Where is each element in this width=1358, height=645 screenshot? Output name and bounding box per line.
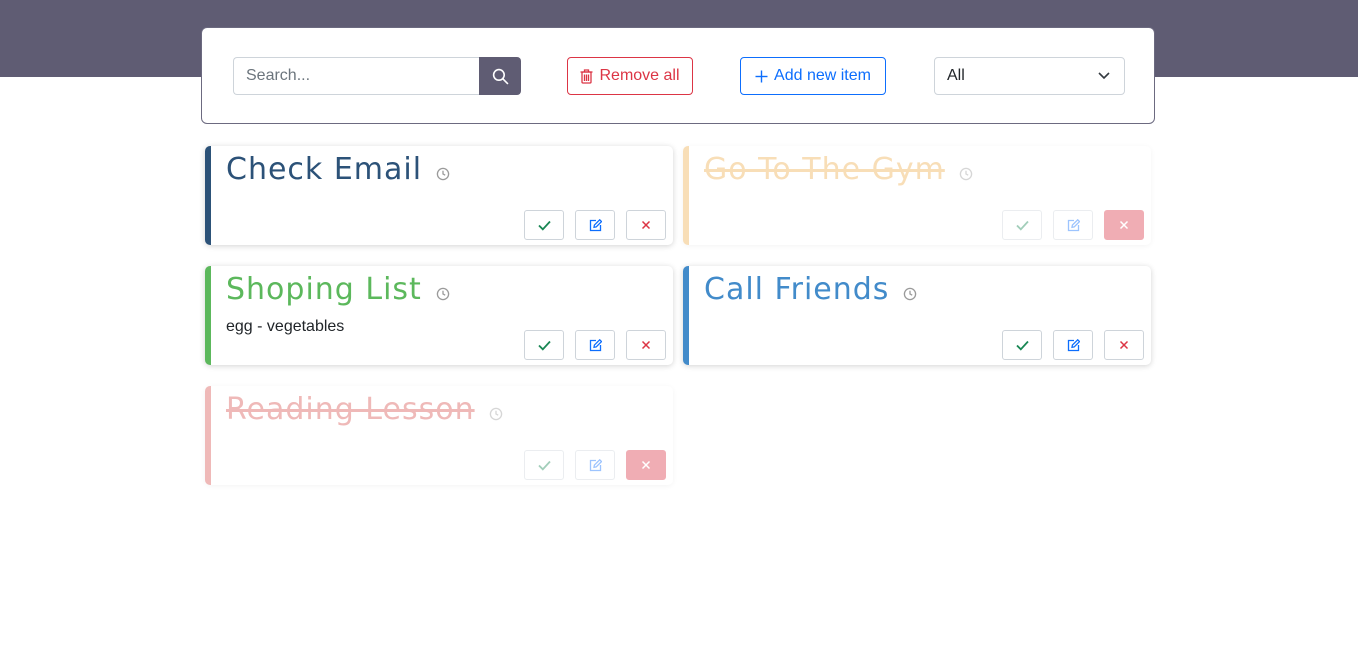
chevron-down-icon xyxy=(1098,71,1110,80)
clock-icon[interactable] xyxy=(436,287,450,301)
plus-icon xyxy=(755,70,768,83)
add-new-item-label: Add new item xyxy=(774,67,871,84)
card-title: Check Email xyxy=(226,152,423,187)
search-group xyxy=(233,57,521,95)
delete-button[interactable] xyxy=(1104,210,1144,240)
remove-all-button[interactable]: Remove all xyxy=(567,57,693,95)
delete-button[interactable] xyxy=(1104,330,1144,360)
check-icon xyxy=(537,220,551,231)
card-actions xyxy=(1002,330,1144,360)
card-description: egg - vegetables xyxy=(226,318,345,335)
check-icon xyxy=(537,460,551,471)
edit-icon xyxy=(589,338,602,352)
search-input[interactable] xyxy=(233,57,479,95)
mark-done-button[interactable] xyxy=(524,210,564,240)
card-title-row: Call Friends xyxy=(704,272,917,308)
trash-icon xyxy=(580,68,593,84)
mark-done-button[interactable] xyxy=(1002,210,1042,240)
card-title-row: Go To The Gym xyxy=(704,152,973,188)
todo-card: Shoping List egg - vegetables xyxy=(205,266,673,365)
edit-button[interactable] xyxy=(575,330,615,360)
card-title: Go To The Gym xyxy=(704,152,945,187)
mark-done-button[interactable] xyxy=(524,450,564,480)
card-title-row: Shoping List xyxy=(226,272,450,308)
todo-card: Call Friends xyxy=(683,266,1151,365)
close-icon xyxy=(641,220,651,230)
toolbar: Remove all Add new item All xyxy=(201,27,1155,124)
edit-button[interactable] xyxy=(1053,210,1093,240)
edit-button[interactable] xyxy=(1053,330,1093,360)
close-icon xyxy=(641,460,651,470)
edit-icon xyxy=(589,218,602,232)
mark-done-button[interactable] xyxy=(1002,330,1042,360)
add-new-item-button[interactable]: Add new item xyxy=(740,57,886,95)
remove-all-label: Remove all xyxy=(599,67,680,84)
filter-select[interactable]: All xyxy=(934,57,1125,95)
search-button[interactable] xyxy=(479,57,521,95)
todo-card: Check Email xyxy=(205,146,673,245)
check-icon xyxy=(1015,340,1029,351)
clock-icon[interactable] xyxy=(903,287,917,301)
card-actions xyxy=(524,210,666,240)
close-icon xyxy=(1119,220,1129,230)
card-title: Shoping List xyxy=(226,272,422,307)
delete-button[interactable] xyxy=(626,330,666,360)
card-actions xyxy=(524,450,666,480)
edit-icon xyxy=(1067,218,1080,232)
edit-icon xyxy=(1067,338,1080,352)
card-actions xyxy=(1002,210,1144,240)
clock-icon[interactable] xyxy=(489,407,503,421)
check-icon xyxy=(1015,220,1029,231)
card-title-row: Reading Lesson xyxy=(226,392,503,428)
card-actions xyxy=(524,330,666,360)
close-icon xyxy=(641,340,651,350)
delete-button[interactable] xyxy=(626,210,666,240)
todo-card: Go To The Gym xyxy=(683,146,1151,245)
edit-icon xyxy=(589,458,602,472)
todo-card: Reading Lesson xyxy=(205,386,673,485)
filter-selected-value: All xyxy=(947,67,965,84)
check-icon xyxy=(537,340,551,351)
edit-button[interactable] xyxy=(575,210,615,240)
clock-icon[interactable] xyxy=(959,167,973,181)
search-icon xyxy=(492,68,509,85)
edit-button[interactable] xyxy=(575,450,615,480)
close-icon xyxy=(1119,340,1129,350)
card-title-row: Check Email xyxy=(226,152,450,188)
delete-button[interactable] xyxy=(626,450,666,480)
card-title: Reading Lesson xyxy=(226,392,475,427)
mark-done-button[interactable] xyxy=(524,330,564,360)
clock-icon[interactable] xyxy=(436,167,450,181)
card-title: Call Friends xyxy=(704,272,890,307)
